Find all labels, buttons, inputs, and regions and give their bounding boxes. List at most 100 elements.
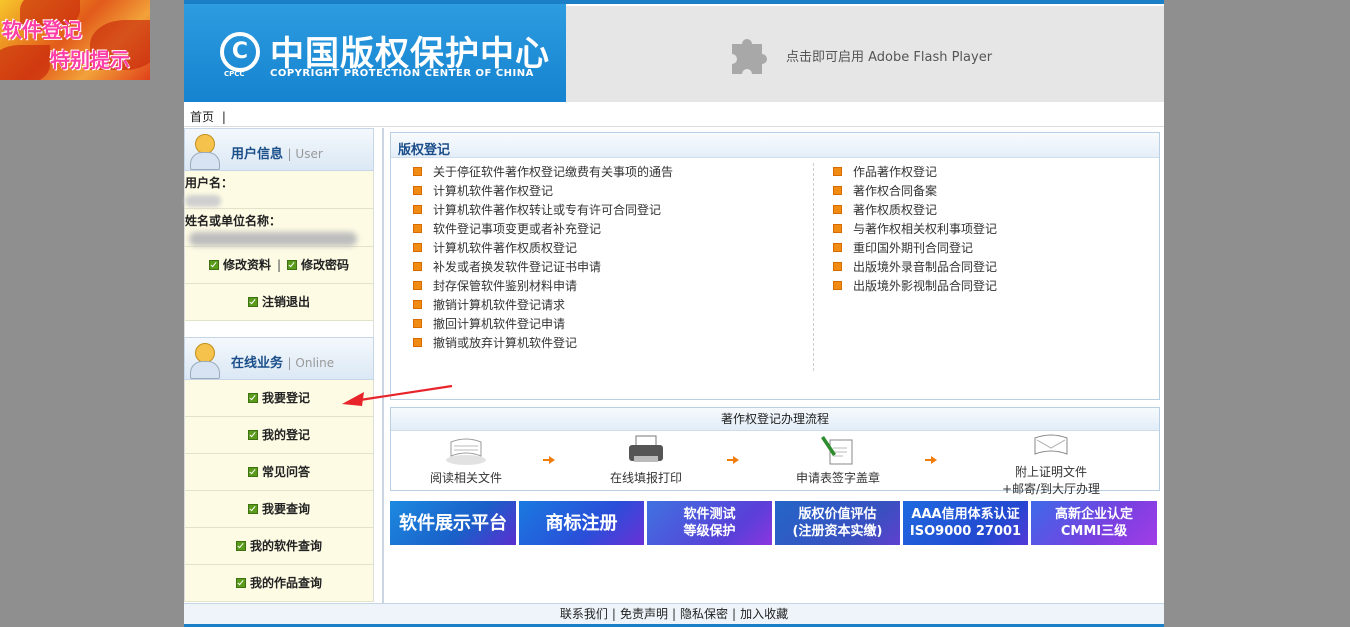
bullet-icon [413, 338, 422, 347]
bullet-icon [833, 205, 842, 214]
bullet-icon [413, 262, 422, 271]
user-avatar-icon [189, 341, 220, 379]
bullet-icon [413, 224, 422, 233]
footer-bookmark-link[interactable]: 加入收藏 [740, 607, 788, 621]
logout-link[interactable]: 注销退出 [247, 295, 310, 309]
process-step-label: 申请表签字盖章 [795, 471, 880, 485]
list-item[interactable]: 计算机软件著作权登记 [413, 182, 673, 201]
pen-sign-icon [821, 436, 853, 465]
online-panel-header: 在线业务 | Online [184, 337, 374, 380]
promo-high-tech-enterprise[interactable]: 高新企业认定 CMMI三级 [1031, 501, 1157, 545]
logo-english-name: COPYRIGHT PROTECTION CENTER OF CHINA [270, 68, 534, 79]
puzzle-plugin-icon [732, 39, 767, 74]
promo-software-showcase[interactable]: 软件展示平台 [390, 501, 516, 545]
list-item[interactable]: 撤销计算机软件登记请求 [413, 296, 673, 315]
footer-contact-link[interactable]: 联系我们 [560, 607, 608, 621]
document-stack-icon [446, 438, 486, 465]
list-item[interactable]: 关于停征软件著作权登记缴费有关事项的通告 [413, 163, 673, 182]
annotation-arrow-icon [342, 384, 453, 406]
header-banner: C CPCC 中国版权保护中心 COPYRIGHT PROTECTION CEN… [184, 0, 1164, 102]
side-ad-banner[interactable]: 软件登记 特别提示 [0, 0, 150, 80]
org-value-redacted [189, 232, 357, 246]
online-item-query[interactable]: 我要查询 [184, 491, 374, 528]
logo-abbr: CPCC [224, 70, 245, 78]
page-footer: 联系我们 | 免责声明 | 隐私保密 | 加入收藏 [184, 603, 1164, 627]
promo-credit-certification[interactable]: AAA信用体系认证 ISO9000 27001 [903, 501, 1028, 545]
list-item[interactable]: 计算机软件著作权转让或专有许可合同登记 [413, 201, 673, 220]
site-logo[interactable]: C CPCC 中国版权保护中心 COPYRIGHT PROTECTION CEN… [184, 4, 566, 102]
bullet-icon [833, 281, 842, 290]
check-icon [247, 466, 258, 477]
process-step-label: 阅读相关文件 [429, 471, 502, 485]
user-panel-subtitle: | User [287, 147, 323, 161]
process-step-mail: 附上证明文件 +邮寄/到大厅办理 [991, 432, 1111, 497]
breadcrumb: 首页 | [184, 102, 1164, 127]
edit-profile-link[interactable]: 修改资料 [208, 258, 271, 272]
logout-row: 注销退出 [184, 284, 374, 321]
list-item[interactable]: 撤回计算机软件登记申请 [413, 315, 673, 334]
promo-copyright-valuation[interactable]: 版权价值评估 (注册资本实缴) [775, 501, 900, 545]
list-item[interactable]: 补发或者换发软件登记证书申请 [413, 258, 673, 277]
promo-software-testing[interactable]: 软件测试 等级保护 [647, 501, 772, 545]
online-item-my-software-query[interactable]: 我的软件查询 [184, 528, 374, 565]
check-icon [247, 429, 258, 440]
bullet-icon [833, 243, 842, 252]
list-item[interactable]: 软件登记事项变更或者补充登记 [413, 220, 673, 239]
org-row: 姓名或单位名称： [184, 209, 374, 247]
side-ad-line2: 特别提示 [50, 48, 130, 72]
list-item[interactable]: 著作权质权登记 [833, 201, 997, 220]
bullet-icon [413, 167, 422, 176]
bullet-icon [833, 186, 842, 195]
bullet-icon [413, 281, 422, 290]
registration-process-panel: 著作权登记办理流程 阅读相关文件 在线填报打印 申请表签字盖章 附上证明文件 +… [390, 407, 1160, 496]
software-registration-list: 关于停征软件著作权登记缴费有关事项的通告 计算机软件著作权登记 计算机软件著作权… [413, 163, 673, 353]
profile-actions-row: 修改资料 | 修改密码 [184, 247, 374, 284]
bullet-icon [833, 167, 842, 176]
username-row: 用户名： [184, 171, 374, 209]
process-step-label: +邮寄/到大厅办理 [1001, 482, 1101, 496]
process-step-print: 在线填报打印 [601, 434, 691, 486]
list-item[interactable]: 出版境外影视制品合同登记 [833, 277, 997, 296]
copyright-icon: C [220, 32, 260, 72]
process-step-read: 阅读相关文件 [421, 436, 511, 486]
printer-icon [629, 435, 663, 462]
list-item[interactable]: 重印国外期刊合同登记 [833, 239, 997, 258]
process-step-sign: 申请表签字盖章 [783, 434, 893, 486]
registration-header: 版权登记 [391, 133, 1159, 158]
footer-privacy-link[interactable]: 隐私保密 [680, 607, 728, 621]
arrow-right-icon [925, 456, 937, 464]
list-item[interactable]: 出版境外录音制品合同登记 [833, 258, 997, 277]
check-icon [287, 259, 298, 270]
list-item[interactable]: 封存保管软件鉴别材料申请 [413, 277, 673, 296]
user-panel-header: 用户信息 | User [184, 128, 374, 171]
check-icon [247, 503, 258, 514]
bullet-icon [413, 300, 422, 309]
check-icon [235, 577, 246, 588]
left-sidebar: 用户信息 | User 用户名： 姓名或单位名称： 修改资料 | 修改密码 注销退出… [184, 128, 374, 606]
bullet-icon [413, 243, 422, 252]
list-item[interactable]: 著作权合同备案 [833, 182, 997, 201]
username-value-redacted [185, 195, 221, 207]
online-item-my-works-query[interactable]: 我的作品查询 [184, 565, 374, 602]
online-item-my-registrations[interactable]: 我的登记 [184, 417, 374, 454]
flash-placeholder[interactable]: 点击即可启用 Adobe Flash Player [566, 6, 1164, 102]
list-item[interactable]: 与著作权相关权利事项登记 [833, 220, 997, 239]
list-item[interactable]: 作品著作权登记 [833, 163, 997, 182]
footer-disclaimer-link[interactable]: 免责声明 [620, 607, 668, 621]
online-item-faq[interactable]: 常见问答 [184, 454, 374, 491]
flash-enable-text: 点击即可启用 Adobe Flash Player [786, 50, 993, 65]
check-icon [235, 540, 246, 551]
bullet-icon [413, 186, 422, 195]
promo-trademark[interactable]: 商标注册 [519, 501, 644, 545]
list-item[interactable]: 撤销或放弃计算机软件登记 [413, 334, 673, 353]
process-title: 著作权登记办理流程 [391, 408, 1159, 431]
check-icon [247, 392, 258, 403]
list-item[interactable]: 计算机软件著作权质权登记 [413, 239, 673, 258]
check-icon [208, 259, 219, 270]
change-password-link[interactable]: 修改密码 [287, 258, 349, 272]
online-panel-subtitle: | Online [287, 356, 335, 370]
nav-home-link[interactable]: 首页 [190, 110, 214, 124]
bullet-icon [833, 262, 842, 271]
side-ad-line1: 软件登记 [2, 18, 82, 42]
promo-banner-row: 软件展示平台 商标注册 软件测试 等级保护 版权价值评估 (注册资本实缴) AAA信… [390, 501, 1160, 545]
